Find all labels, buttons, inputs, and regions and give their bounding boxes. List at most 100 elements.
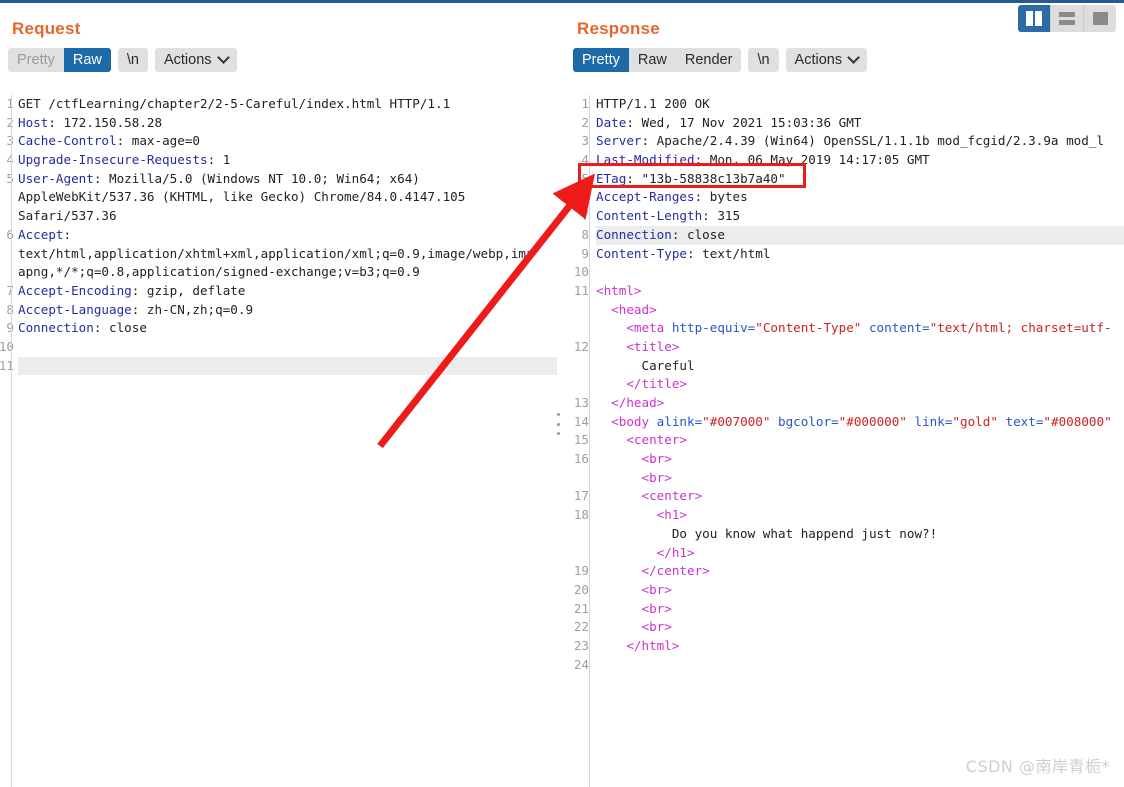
code-token: </title> (596, 376, 687, 392)
line-number: 20 (573, 581, 589, 597)
code-line: text/html,application/xhtml+xml,applicat… (18, 245, 557, 264)
code-token: "Content-Type" (755, 320, 862, 336)
line-number: 9 (581, 245, 589, 261)
request-actions-tab: Actions (154, 48, 237, 72)
code-token: Accept-Ranges (596, 189, 695, 205)
tab-request-pretty[interactable]: Pretty (8, 48, 64, 72)
code-token: : bytes (694, 189, 748, 205)
response-panel: Response Pretty Raw Render \n Actions 12… (565, 3, 1124, 787)
code-token: : 1 (207, 152, 231, 168)
code-token: </html> (596, 637, 680, 653)
code-line: Server: Apache/2.4.39 (Win64) OpenSSL/1.… (596, 132, 1124, 151)
request-gutter-rule (11, 95, 12, 787)
response-actions-button[interactable]: Actions (786, 48, 868, 72)
code-line: <meta http-equiv="Content-Type" content=… (596, 319, 1124, 338)
code-line: <br> (596, 450, 1124, 469)
request-view-tabs: Pretty Raw (8, 48, 111, 72)
code-token: "text/html; charset=utf- (929, 320, 1112, 336)
response-tabstrip: Pretty Raw Render \n Actions (573, 48, 1124, 72)
code-token: <br> (596, 581, 672, 597)
code-token: Content-Type (596, 245, 687, 261)
code-token: Accept-Encoding (18, 282, 132, 298)
code-line: <title> (596, 338, 1124, 357)
code-token: AppleWebKit/537.36 (KHTML, like Gecko) C… (18, 189, 466, 205)
code-line: HTTP/1.1 200 OK (596, 95, 1124, 114)
code-token: : zh-CN,zh;q=0.9 (131, 301, 254, 317)
code-token: : Apache/2.4.39 (Win64) OpenSSL/1.1.1b m… (641, 133, 1105, 149)
tab-response-render[interactable]: Render (676, 48, 742, 72)
request-actions-button[interactable]: Actions (155, 48, 237, 72)
line-number: 5 (581, 170, 589, 186)
code-line: GET /ctfLearning/chapter2/2-5-Careful/in… (18, 95, 557, 114)
code-line: Accept-Language: zh-CN,zh;q=0.9 (18, 301, 557, 320)
code-line: <br> (596, 581, 1124, 600)
code-line: Accept-Ranges: bytes (596, 188, 1124, 207)
line-number: 7 (581, 208, 589, 224)
code-token: Do you know what happend just now?! (596, 525, 938, 541)
line-number: 15 (573, 432, 589, 448)
code-token: <h1> (596, 507, 687, 523)
layout-side-by-side-button[interactable] (1018, 5, 1050, 32)
tab-response-pretty[interactable]: Pretty (573, 48, 629, 72)
code-token: </head> (596, 395, 665, 410)
code-token: : close (671, 226, 725, 242)
panel-splitter[interactable] (557, 3, 565, 787)
code-line: <center> (596, 431, 1124, 450)
code-line: Careful (596, 357, 1124, 376)
square-icon (1092, 12, 1108, 25)
code-line: <center> (596, 487, 1124, 506)
code-token: : text/html (687, 245, 771, 261)
tab-request-raw[interactable]: Raw (63, 48, 111, 72)
line-number: 2 (581, 114, 589, 130)
code-token: text/html,application/xhtml+xml,applicat… (18, 245, 534, 261)
code-line: Do you know what happend just now?! (596, 525, 1124, 544)
code-line: Accept: (18, 226, 557, 245)
tab-response-newline[interactable]: \n (748, 48, 778, 72)
code-line: </head> (596, 394, 1124, 413)
tab-request-newline[interactable]: \n (118, 48, 148, 72)
code-line: Content-Type: text/html (596, 245, 1124, 264)
panel-splitter-grip[interactable] (557, 413, 562, 435)
code-token: Connection (18, 320, 94, 336)
response-view-tabs: Pretty Raw Render (573, 48, 742, 72)
code-token: Host (18, 114, 49, 130)
code-token: <center> (596, 488, 703, 504)
response-code-area[interactable]: 1 2 3 4 5 6 7 8 9 10 11 12 13 14 15 16 17 18 19 20 21 22 23 24 … (565, 95, 1124, 787)
code-token: : Mon, 06 May 2019 14:17:05 GMT (694, 152, 930, 168)
code-line: <h1> (596, 506, 1124, 525)
code-token: : 315 (702, 208, 741, 224)
code-token: "gold" (952, 413, 998, 429)
layout-single-button[interactable] (1083, 5, 1116, 32)
code-token: : Mozilla/5.0 (Windows NT 10.0; Win64; x… (93, 170, 420, 186)
code-token: Content-Length (596, 208, 703, 224)
request-tabstrip: Pretty Raw \n Actions (8, 48, 557, 72)
code-token: text= (997, 413, 1044, 429)
grip-dot (557, 432, 560, 435)
code-line: Connection: close (18, 319, 557, 338)
request-code-lines: GET /ctfLearning/chapter2/2-5-Careful/in… (18, 95, 557, 787)
code-token: "#000000" (838, 413, 907, 429)
code-token: <br> (596, 451, 672, 467)
request-code-area[interactable]: 1234567891011 GET /ctfLearning/chapter2/… (0, 95, 557, 787)
line-number: 4 (581, 152, 589, 168)
line-number (565, 375, 589, 394)
code-line: Accept-Encoding: gzip, deflate (18, 282, 557, 301)
code-line: </center> (596, 562, 1124, 581)
layout-stacked-button[interactable] (1050, 5, 1083, 32)
code-line: Cache-Control: max-age=0 (18, 132, 557, 151)
tab-response-raw[interactable]: Raw (629, 48, 676, 72)
line-number: 14 (573, 413, 589, 429)
line-number: 1 (581, 96, 589, 111)
code-token: : 172.150.58.28 (48, 114, 163, 130)
code-token: link= (906, 413, 953, 429)
line-number (565, 319, 589, 338)
code-token: Accept-Language (18, 301, 132, 317)
layout-switcher (1018, 5, 1116, 32)
code-token: User-Agent (18, 170, 94, 186)
code-line: <body alink="#007000" bgcolor="#000000" … (596, 413, 1124, 432)
code-token: "#007000" (702, 413, 771, 429)
code-token: <title> (596, 338, 680, 354)
code-token: : gzip, deflate (131, 282, 246, 298)
code-token: </center> (596, 563, 710, 579)
